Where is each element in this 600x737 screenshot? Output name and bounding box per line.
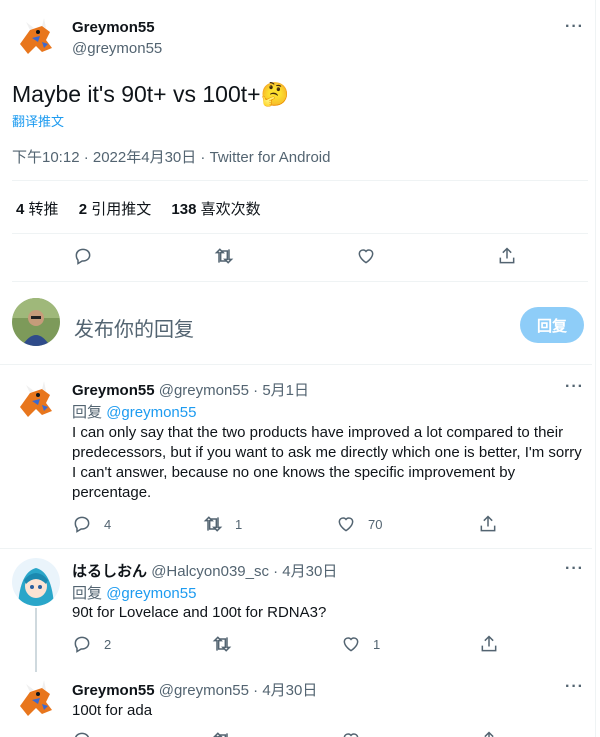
reply-text: 90t for Lovelace and 100t for RDNA3?	[72, 604, 327, 621]
like-action[interactable]	[356, 246, 376, 266]
retweet-icon	[214, 248, 234, 264]
share-action[interactable]	[479, 634, 499, 654]
retweet-count: 1	[235, 516, 243, 532]
author-name[interactable]: Greymon55	[72, 19, 155, 36]
halcyon-avatar[interactable]	[12, 558, 60, 606]
greymon-avatar[interactable]	[12, 377, 60, 425]
more-options-icon[interactable]: ···	[565, 678, 584, 696]
heart-icon	[338, 517, 354, 532]
divider	[0, 548, 592, 549]
retweet-action[interactable]	[212, 634, 232, 654]
reply-header: はるしおん @Halcyon039_sc · 4月30日	[72, 560, 337, 581]
thinking-emoji: 🤔	[260, 81, 290, 107]
reply-author-name[interactable]: Greymon55	[72, 382, 155, 399]
more-options-icon[interactable]: ···	[565, 560, 584, 578]
share-icon	[481, 635, 497, 652]
share-icon	[499, 247, 515, 264]
replying-to: 回复 @greymon55	[72, 585, 197, 602]
divider	[0, 364, 592, 365]
retweet-action[interactable]	[214, 246, 234, 266]
divider	[12, 233, 588, 234]
reply-action[interactable]: 2	[72, 634, 111, 654]
like-count[interactable]: 138 喜欢次数	[171, 201, 260, 218]
retweet-action[interactable]: 1	[203, 514, 242, 534]
share-action[interactable]	[479, 730, 499, 737]
reply-author-meta[interactable]: @Halcyon039_sc · 4月30日	[151, 563, 337, 580]
reply-text: I can only say that the two products hav…	[72, 424, 582, 501]
retweet-count[interactable]: 4 转推	[16, 201, 59, 218]
like-action[interactable]: 70	[336, 514, 382, 534]
reply-author-name[interactable]: はるしおん	[72, 563, 147, 580]
translate-link[interactable]: 翻译推文	[12, 111, 64, 130]
reply-input[interactable]: 发布你的回复	[74, 313, 194, 342]
retweet-icon	[203, 516, 223, 532]
divider	[12, 180, 588, 181]
retweet-action[interactable]	[212, 730, 232, 737]
share-icon	[480, 515, 496, 532]
like-count: 70	[368, 516, 383, 532]
reply-text: 100t for ada	[72, 702, 153, 719]
mention-link[interactable]: @greymon55	[106, 585, 196, 602]
more-options-icon[interactable]: ···	[565, 18, 584, 36]
heart-icon	[343, 733, 359, 737]
heart-icon	[343, 637, 359, 652]
reply-action[interactable]	[73, 246, 93, 266]
reply-button[interactable]: 回复	[520, 307, 584, 343]
more-options-icon[interactable]: ···	[565, 378, 584, 396]
reply-icon	[75, 248, 91, 265]
reply-author-meta[interactable]: @greymon55 · 5月1日	[159, 382, 309, 399]
reply-header: Greymon55 @greymon55 · 4月30日	[72, 679, 317, 700]
tweet-timestamp[interactable]: 下午10:12 · 2022年4月30日 · Twitter for Andro…	[12, 146, 330, 167]
retweet-icon	[213, 732, 228, 737]
tweet-text: Maybe it's 90t+ vs 100t+🤔	[12, 80, 289, 108]
thread-line	[35, 608, 37, 672]
heart-icon	[358, 249, 374, 264]
reply-count: 4	[104, 516, 112, 532]
share-action[interactable]	[497, 246, 517, 266]
reply-count: 2	[104, 636, 112, 652]
replying-to: 回复 @greymon55	[72, 404, 197, 421]
reply-icon	[75, 732, 89, 737]
mention-link[interactable]: @greymon55	[106, 404, 196, 421]
timeline-border	[595, 0, 596, 737]
retweet-icon	[212, 636, 232, 652]
like-action[interactable]: 1	[341, 634, 380, 654]
reply-action[interactable]: 4	[72, 514, 111, 534]
like-count: 1	[373, 636, 381, 652]
reply-author-name[interactable]: Greymon55	[72, 682, 155, 699]
user-avatar[interactable]	[12, 298, 60, 346]
greymon-avatar[interactable]	[12, 14, 60, 62]
like-action[interactable]	[341, 730, 361, 737]
quote-count[interactable]: 2 引用推文	[79, 201, 152, 218]
share-action[interactable]	[478, 514, 498, 534]
divider	[12, 281, 588, 282]
reply-icon	[74, 636, 90, 653]
reply-action[interactable]	[72, 730, 92, 737]
tweet-text-content: Maybe it's 90t+ vs 100t+	[12, 81, 261, 107]
reply-header: Greymon55 @greymon55 · 5月1日	[72, 379, 309, 400]
greymon-avatar[interactable]	[12, 676, 60, 724]
reply-icon	[74, 516, 90, 533]
share-icon	[484, 731, 494, 737]
reply-author-meta[interactable]: @greymon55 · 4月30日	[159, 682, 318, 699]
tweet-stats: 4 转推 2 引用推文 138 喜欢次数	[16, 198, 261, 219]
author-handle[interactable]: @greymon55	[72, 40, 162, 57]
